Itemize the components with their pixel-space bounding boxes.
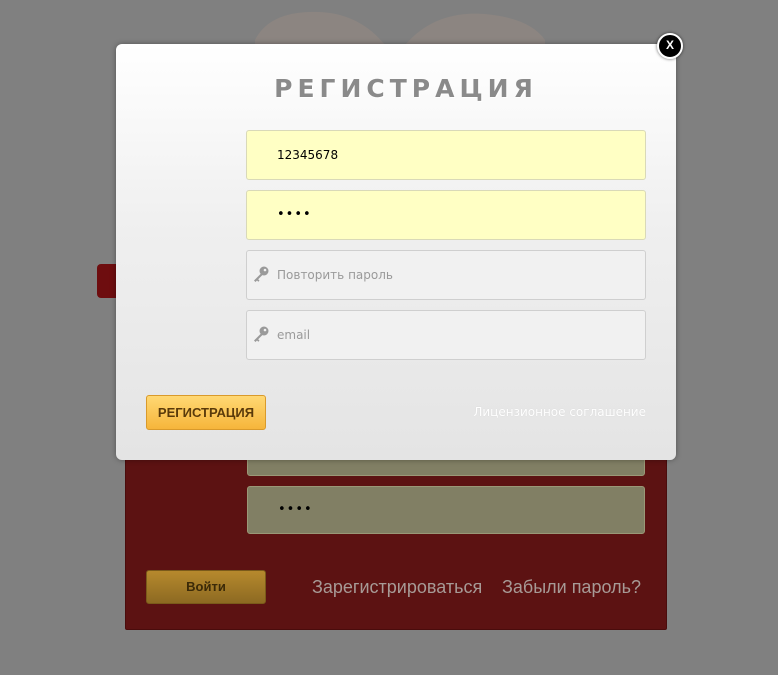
key-icon xyxy=(254,326,269,342)
email-placeholder: email xyxy=(277,328,311,342)
license-agreement-link[interactable]: Лицензионное соглашение xyxy=(473,405,646,419)
key-icon xyxy=(254,266,269,282)
username-field[interactable]: 12345678 xyxy=(246,130,646,180)
modal-title: РЕГИСТРАЦИЯ xyxy=(274,74,538,103)
login-password-value: •••• xyxy=(278,502,313,517)
password-value: •••• xyxy=(277,207,312,222)
forgot-password-link[interactable]: Забыли пароль? xyxy=(502,577,641,598)
registration-modal: РЕГИСТРАЦИЯ 12345678 •••• Повторить паро… xyxy=(116,44,676,460)
username-value: 12345678 xyxy=(277,148,339,162)
email-field[interactable]: email xyxy=(246,310,646,360)
register-submit-button[interactable]: РЕГИСТРАЦИЯ xyxy=(146,395,266,430)
password-field[interactable]: •••• xyxy=(246,190,646,240)
login-button[interactable]: Войти xyxy=(146,570,266,604)
repeat-password-field[interactable]: Повторить пароль xyxy=(246,250,646,300)
repeat-password-placeholder: Повторить пароль xyxy=(277,268,393,282)
login-password-field[interactable]: •••• xyxy=(247,486,645,534)
register-link[interactable]: Зарегистрироваться xyxy=(312,577,482,598)
close-modal-button[interactable]: X xyxy=(657,33,683,59)
